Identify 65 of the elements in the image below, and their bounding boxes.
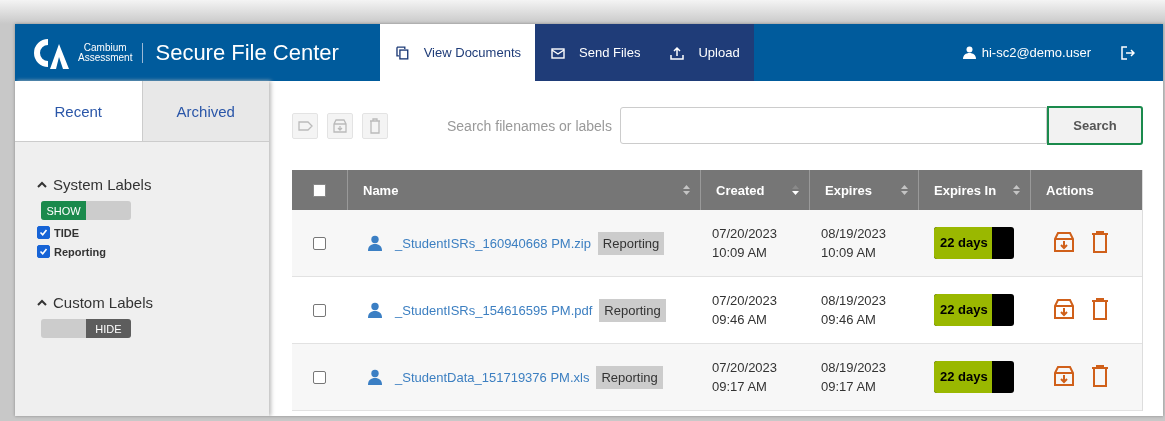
- date-text: 07/20/2023: [712, 292, 778, 310]
- checkbox-label: TIDE: [54, 226, 80, 239]
- date-text: 10:09 AM: [712, 244, 767, 262]
- nav-tab[interactable]: View Documents: [380, 24, 535, 81]
- person-icon: [367, 235, 383, 251]
- nav-tab[interactable]: Upload: [654, 24, 754, 81]
- archive-icon: [1052, 229, 1076, 254]
- toggle-switch[interactable]: SHOW: [41, 201, 131, 220]
- expiry-text: 22 days: [940, 369, 988, 384]
- row-checkbox[interactable]: [313, 303, 326, 317]
- search-button[interactable]: Search: [1047, 106, 1143, 145]
- checkbox[interactable]: [37, 226, 50, 239]
- checkmark-icon: [39, 228, 48, 237]
- column-header[interactable]: Created: [716, 182, 765, 198]
- mail-icon: [551, 45, 565, 60]
- label-tag: Reporting: [597, 231, 665, 255]
- sidebar-tab[interactable]: Archived: [141, 81, 269, 141]
- person-icon: [367, 302, 383, 318]
- sidebar-tab[interactable]: Recent: [15, 81, 142, 141]
- date-text: 09:17 AM: [712, 378, 767, 396]
- checkbox[interactable]: [37, 245, 50, 258]
- label-tag: Reporting: [599, 298, 666, 322]
- date-text: 09:46 AM: [821, 311, 876, 329]
- group-title[interactable]: Custom Labels: [53, 294, 154, 311]
- archive-icon: [332, 117, 348, 134]
- date-text: 10:09 AM: [821, 244, 876, 262]
- expiry-text: 22 days: [940, 235, 988, 250]
- column-header[interactable]: Expires In: [934, 182, 997, 198]
- date-text: 07/20/2023: [712, 225, 778, 243]
- logo-text: Cambium: [83, 42, 127, 53]
- date-text: 08/19/2023: [821, 359, 887, 377]
- nav-tab[interactable]: Send Files: [535, 24, 655, 81]
- user-name: hi-sc2@demo.user: [981, 45, 1091, 60]
- copy-icon: [396, 45, 410, 60]
- archive-icon: [1052, 296, 1076, 321]
- date-text: 09:46 AM: [712, 311, 767, 329]
- person-icon: [962, 46, 976, 59]
- row-checkbox[interactable]: [313, 370, 326, 384]
- person-icon: [367, 369, 383, 385]
- group-title[interactable]: System Labels: [53, 176, 152, 193]
- column-header[interactable]: Actions: [1046, 182, 1094, 198]
- toggle-switch[interactable]: HIDE: [41, 319, 131, 338]
- date-text: 07/20/2023: [712, 359, 778, 377]
- column-header[interactable]: Name: [363, 182, 399, 198]
- logout-icon[interactable]: [1121, 45, 1135, 60]
- file-link[interactable]: _StudentISRs_154616595 PM.pdf: [395, 302, 593, 318]
- search-field[interactable]: [620, 107, 1047, 144]
- date-text: 09:17 AM: [821, 378, 876, 396]
- logo-text: Assessment: [78, 52, 133, 63]
- label-tag: Reporting: [596, 365, 663, 389]
- upload-icon: [670, 45, 685, 60]
- date-text: 08/19/2023: [821, 292, 887, 310]
- column-header[interactable]: Expires: [825, 182, 872, 198]
- file-link[interactable]: _StudentISRs_160940668 PM.zip: [395, 235, 591, 251]
- row-checkbox[interactable]: [313, 236, 326, 250]
- app-title: Secure File Center: [155, 39, 339, 66]
- date-text: 08/19/2023: [821, 225, 887, 243]
- select-all-checkbox[interactable]: [313, 183, 326, 197]
- checkbox-label: Reporting: [54, 245, 106, 258]
- file-link[interactable]: _StudentData_151719376 PM.xls: [395, 369, 590, 385]
- trash-icon: [367, 117, 383, 134]
- search-label: Search filenames or labels: [447, 117, 612, 134]
- expiry-text: 22 days: [940, 302, 988, 317]
- checkmark-icon: [39, 247, 48, 256]
- archive-icon: [1052, 363, 1076, 388]
